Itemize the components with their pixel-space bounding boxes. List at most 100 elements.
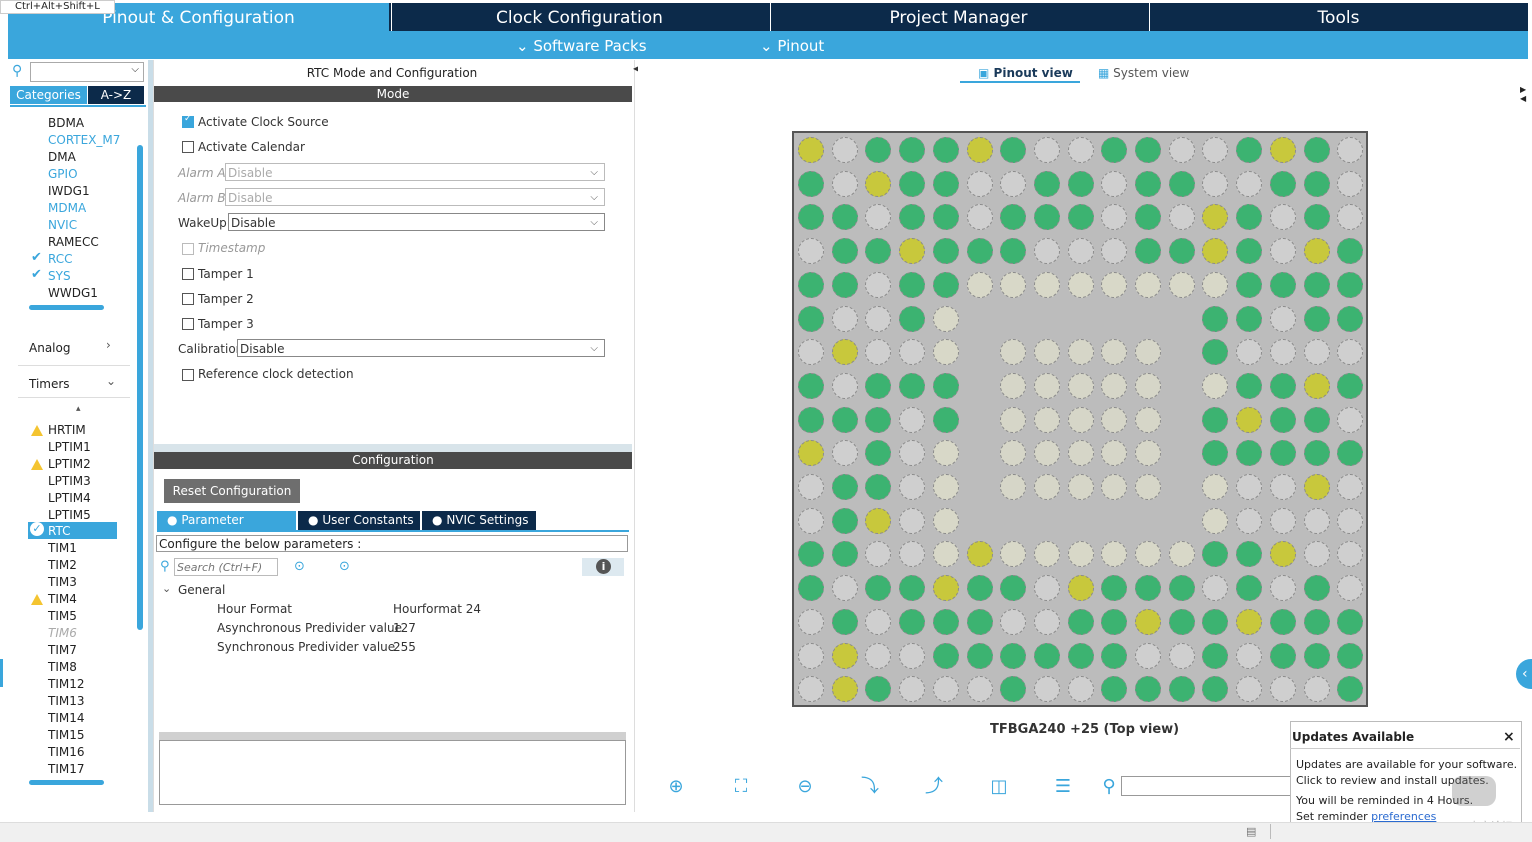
chip-pin[interactable] — [798, 474, 824, 500]
chip-pin[interactable] — [1202, 170, 1229, 197]
chip-pin[interactable] — [1067, 608, 1094, 635]
chip-pin[interactable] — [1067, 204, 1094, 231]
list-item-tim6[interactable]: TIM6 — [48, 625, 77, 641]
chip-pin[interactable] — [798, 170, 824, 197]
chip-pin[interactable] — [1303, 238, 1330, 265]
chip-pin[interactable] — [1337, 372, 1364, 399]
chip-pin[interactable] — [1033, 238, 1060, 265]
timestamp-checkbox[interactable] — [182, 243, 194, 255]
chip-pin[interactable] — [1202, 271, 1229, 298]
chip-pin[interactable] — [1135, 170, 1161, 197]
list-item-tim15[interactable]: TIM15 — [48, 727, 85, 743]
chip-pin[interactable] — [1269, 676, 1296, 703]
list-item-bdma[interactable]: BDMA — [48, 115, 84, 131]
chip-pin[interactable] — [865, 406, 892, 433]
chip-pin[interactable] — [1337, 507, 1364, 534]
chip-pin[interactable] — [899, 238, 926, 265]
list-item-sys[interactable]: SYS — [48, 268, 71, 284]
chip-pin[interactable] — [932, 204, 959, 231]
chip-pin[interactable] — [1269, 137, 1296, 163]
chip-pin[interactable] — [831, 676, 858, 703]
chip-pin[interactable] — [1168, 204, 1195, 231]
chip-pin[interactable] — [1135, 676, 1161, 703]
chip-pin[interactable] — [865, 238, 892, 265]
flip-vertical-icon[interactable]: ☰ — [1051, 775, 1075, 799]
splitter[interactable] — [159, 732, 626, 740]
chip-pin[interactable] — [798, 305, 824, 332]
chip-pin[interactable] — [1135, 575, 1161, 602]
chip-pin[interactable] — [798, 204, 824, 231]
reset-configuration-button[interactable]: Reset Configuration — [164, 479, 300, 503]
chip-pin[interactable] — [865, 474, 892, 500]
chip-pin[interactable] — [798, 608, 824, 635]
chip-pin[interactable] — [798, 238, 824, 265]
tamper2-checkbox[interactable] — [182, 293, 194, 305]
chip-pin[interactable] — [1303, 440, 1330, 467]
chevron-right-icon[interactable]: › — [106, 338, 111, 352]
chip-pin[interactable] — [899, 170, 926, 197]
list-item-tim14[interactable]: TIM14 — [48, 710, 85, 726]
chip-pin[interactable] — [1236, 271, 1263, 298]
chip-pin[interactable] — [865, 372, 892, 399]
chip-pin[interactable] — [1269, 474, 1296, 500]
collapse-arrow-icon[interactable]: ◀ — [633, 60, 639, 100]
wakeup-select[interactable]: Disable ⌵ — [228, 213, 605, 231]
chip-pin[interactable] — [1337, 642, 1364, 669]
chip-pin[interactable] — [1337, 238, 1364, 265]
chip-pin[interactable] — [1236, 608, 1263, 635]
previous-icon[interactable]: ⊙ — [294, 559, 305, 574]
category-analog[interactable]: Analog — [29, 341, 70, 355]
chip-pin[interactable] — [932, 575, 959, 602]
chip-pin[interactable] — [1236, 507, 1263, 534]
chip-pin[interactable] — [1269, 339, 1296, 366]
chip-pin[interactable] — [865, 642, 892, 669]
chip-pin[interactable] — [798, 271, 824, 298]
chip-pin[interactable] — [1033, 575, 1060, 602]
tab-a-z[interactable]: A->Z — [88, 86, 144, 104]
chip-pin[interactable] — [1101, 339, 1128, 366]
calibration-select[interactable]: Disable ⌵ — [237, 339, 605, 357]
chip-pin[interactable] — [865, 575, 892, 602]
chip-pin[interactable] — [1303, 372, 1330, 399]
chip-pin[interactable] — [1135, 271, 1161, 298]
chip-pin[interactable] — [932, 271, 959, 298]
chip-pin[interactable] — [932, 372, 959, 399]
chip-pin[interactable] — [1033, 406, 1060, 433]
chip-pin[interactable] — [1000, 541, 1027, 568]
list-item-tim17[interactable]: TIM17 — [48, 761, 85, 777]
chip-pin[interactable] — [1067, 541, 1094, 568]
zoom-in-icon[interactable]: ⊕ — [664, 775, 688, 799]
chip-pin[interactable] — [865, 170, 892, 197]
chip-pin[interactable] — [1168, 238, 1195, 265]
list-item-dma[interactable]: DMA — [48, 149, 76, 165]
chip-pin[interactable] — [831, 608, 858, 635]
chip-pin[interactable] — [932, 608, 959, 635]
chip-pin[interactable] — [932, 170, 959, 197]
chip-pin[interactable] — [1202, 440, 1229, 467]
tab-tools-label[interactable]: Tools — [1149, 3, 1528, 31]
chip-pin[interactable] — [899, 406, 926, 433]
chip-pin[interactable] — [966, 238, 993, 265]
chip-pin[interactable] — [1303, 271, 1330, 298]
chip-pin[interactable] — [831, 170, 858, 197]
chip-pin[interactable] — [1101, 474, 1128, 500]
chip-pin[interactable] — [1135, 474, 1161, 500]
chip-pin[interactable] — [1202, 204, 1229, 231]
chip-pin[interactable] — [1202, 339, 1229, 366]
activate-calendar-checkbox[interactable] — [182, 141, 194, 153]
chip-pin[interactable] — [1067, 474, 1094, 500]
chip-pin[interactable] — [899, 440, 926, 467]
chip-pin[interactable] — [865, 137, 892, 163]
chip-pin[interactable] — [966, 271, 993, 298]
chip-pin[interactable] — [1168, 575, 1195, 602]
chip-pin[interactable] — [899, 305, 926, 332]
chip-pin[interactable] — [1000, 204, 1027, 231]
chip-pin[interactable] — [932, 507, 959, 534]
chip-pin[interactable] — [865, 608, 892, 635]
list-item-tim8[interactable]: TIM8 — [48, 659, 77, 675]
tamper3-checkbox[interactable] — [182, 318, 194, 330]
chip-pin[interactable] — [1033, 271, 1060, 298]
search-icon[interactable]: ⚲ — [1097, 775, 1121, 799]
info-button[interactable]: i — [582, 558, 624, 576]
chip-pin[interactable] — [932, 238, 959, 265]
